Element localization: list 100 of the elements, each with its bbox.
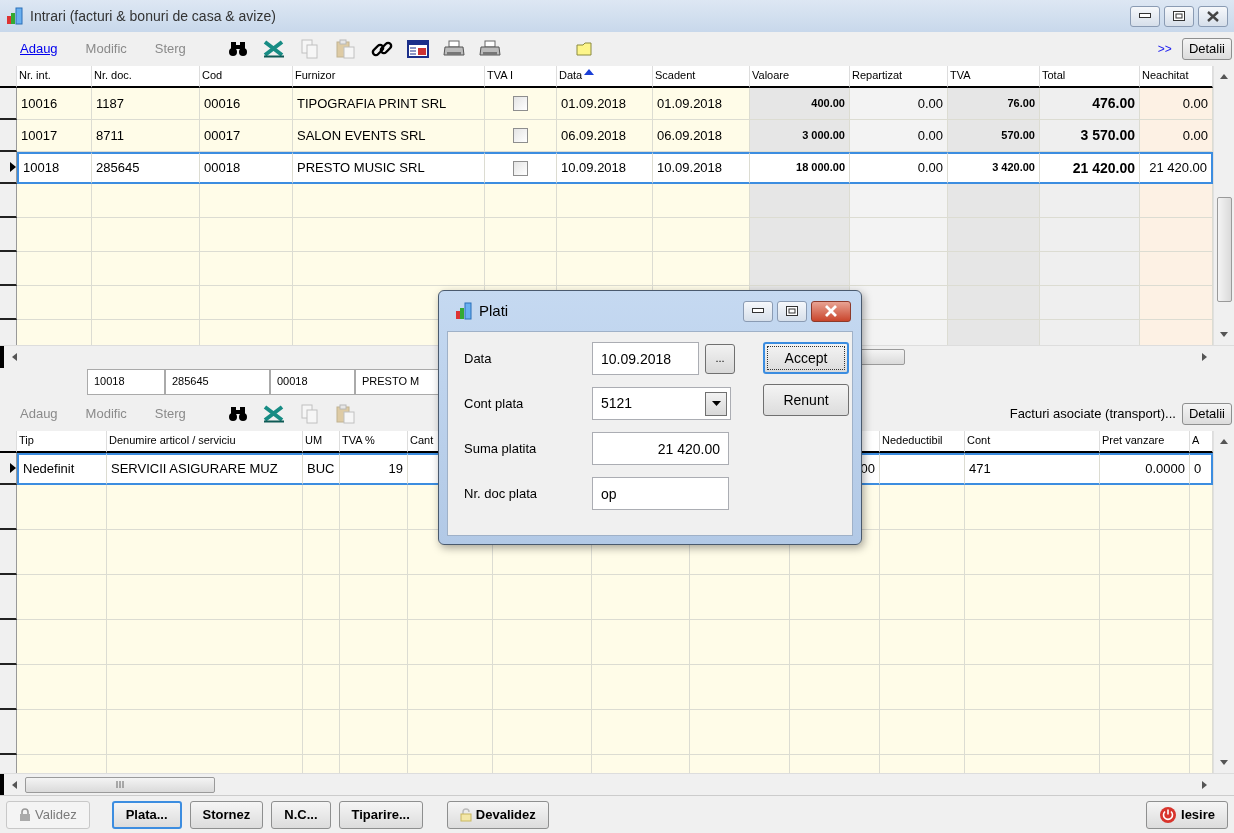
field-label: Nr. doc plata <box>464 485 538 502</box>
maximize-button[interactable] <box>777 300 807 322</box>
checkbox[interactable] <box>513 160 528 176</box>
checkbox[interactable] <box>513 96 528 111</box>
dropdown-value: 5121 <box>601 395 633 412</box>
table-cell: SALON EVENTS SRL <box>293 120 485 152</box>
printer-icon[interactable] <box>478 40 501 58</box>
footer-button[interactable]: Devalidez <box>446 800 549 829</box>
column-header[interactable]: Cont <box>965 431 1100 453</box>
table-cell: 471 <box>965 453 1100 485</box>
close-icon <box>824 305 838 317</box>
column-header[interactable]: Valoare <box>750 66 850 88</box>
table-cell: 10.09.2018 <box>557 152 653 184</box>
column-header[interactable]: Pret vanzare <box>1100 431 1190 453</box>
column-header[interactable]: Denumire articol / serviciu <box>107 431 303 453</box>
table-cell: 0.00 <box>850 120 948 152</box>
summary-cell: 00018 <box>270 369 355 395</box>
window-title: Intrari (facturi & bonuri de casa & avize) <box>30 7 276 25</box>
field-label: Data <box>464 350 493 367</box>
column-header[interactable]: Repartizat <box>850 66 948 88</box>
column-header[interactable]: Data <box>557 66 653 88</box>
table-cell: 01.09.2018 <box>653 88 750 120</box>
dialog-button[interactable]: Accept <box>763 342 849 374</box>
table-cell: 10.09.2018 <box>653 152 750 184</box>
footer-button[interactable]: Plata... <box>111 800 182 829</box>
date-field[interactable]: 10.09.2018 <box>592 342 699 375</box>
column-header[interactable]: TVA <box>948 66 1040 88</box>
footer-button[interactable]: N.C... <box>271 800 331 829</box>
dropdown-button[interactable] <box>705 391 727 416</box>
table-cell: 400.00 <box>750 88 850 120</box>
binoculars-icon[interactable] <box>227 406 248 422</box>
table-cell: SERVICII ASIGURARE MUZ <box>107 453 303 485</box>
row-selector[interactable] <box>0 453 17 485</box>
summary-cell: 285645 <box>165 369 270 395</box>
amount-field[interactable]: 21 420.00 <box>592 432 729 465</box>
right-arrow-icon <box>1202 780 1207 789</box>
expand-link[interactable]: >> <box>1157 41 1172 57</box>
row-selector[interactable] <box>0 88 17 120</box>
column-header[interactable]: UM <box>303 431 340 453</box>
scrollbar-thumb[interactable] <box>25 776 215 793</box>
column-header[interactable]: Scadent <box>653 66 750 88</box>
row-selector[interactable] <box>0 152 17 184</box>
table-cell: BUC <box>303 453 340 485</box>
input-field[interactable]: op <box>592 477 729 510</box>
app-icon <box>6 7 24 25</box>
minimize-button[interactable] <box>743 300 773 322</box>
column-header[interactable]: TVA % <box>340 431 408 453</box>
table-cell: 0.00 <box>850 152 948 184</box>
column-header[interactable]: Nr. doc. <box>92 66 200 88</box>
exit-button[interactable]: Iesire <box>1146 800 1228 829</box>
column-header[interactable]: Neachitat <box>1140 66 1213 88</box>
row-header <box>0 575 17 620</box>
column-header[interactable]: Cod <box>200 66 293 88</box>
column-header[interactable]: TVA I <box>485 66 557 88</box>
row-header <box>0 620 17 665</box>
maximize-icon <box>1173 11 1185 21</box>
table-cell: 18 000.00 <box>750 152 850 184</box>
footer-button[interactable]: Stornez <box>189 800 264 829</box>
padlock-icon <box>19 807 31 822</box>
x-icon[interactable] <box>261 40 286 58</box>
details-button[interactable]: Detalii <box>1181 403 1232 425</box>
action-link[interactable]: Adaug <box>20 41 58 57</box>
details-button[interactable]: Detalii <box>1181 38 1232 60</box>
table-cell: 06.09.2018 <box>557 120 653 152</box>
minimize-button[interactable] <box>1130 5 1160 27</box>
scrollbar-thumb[interactable] <box>1216 197 1232 302</box>
x-icon[interactable] <box>261 405 286 423</box>
field-label: Cont plata <box>464 395 525 412</box>
up-arrow-icon <box>1220 439 1228 444</box>
associated-invoices-label: Facturi asociate (transport)... <box>1009 406 1176 422</box>
app-icon <box>455 302 473 320</box>
printer-icon[interactable] <box>442 40 465 58</box>
row-header <box>0 252 17 286</box>
row-header <box>0 665 17 710</box>
column-header[interactable]: Nedeductibil <box>880 431 965 453</box>
row-selector[interactable] <box>0 120 17 152</box>
vertical-scrollbar[interactable] <box>1213 66 1234 345</box>
column-header[interactable]: Nr. int. <box>17 66 92 88</box>
dialog-button[interactable]: Renunt <box>763 384 849 416</box>
table-cell: 0.00 <box>850 88 948 120</box>
binoculars-icon[interactable] <box>227 41 248 57</box>
link-icon[interactable] <box>370 39 393 59</box>
table-cell: 19 <box>340 453 408 485</box>
column-header[interactable]: Tip <box>17 431 107 453</box>
footer-button[interactable]: Tiparire... <box>338 800 423 829</box>
maximize-button[interactable] <box>1164 5 1194 27</box>
date-picker-button[interactable]: ... <box>705 343 735 374</box>
left-arrow-icon <box>12 352 17 361</box>
column-header[interactable]: Total <box>1040 66 1140 88</box>
table-cell: 00017 <box>200 120 293 152</box>
column-header[interactable]: A <box>1190 431 1213 453</box>
field-label: Suma platita <box>464 440 538 457</box>
table-icon[interactable] <box>406 40 429 58</box>
table-cell: 3 420.00 <box>948 152 1040 184</box>
close-button[interactable] <box>811 300 851 322</box>
checkbox[interactable] <box>513 128 528 143</box>
close-button[interactable] <box>1198 5 1228 27</box>
account-dropdown[interactable]: 5121 <box>592 387 731 420</box>
column-header[interactable]: Furnizor <box>293 66 485 88</box>
table-cell: TIPOGRAFIA PRINT SRL <box>293 88 485 120</box>
